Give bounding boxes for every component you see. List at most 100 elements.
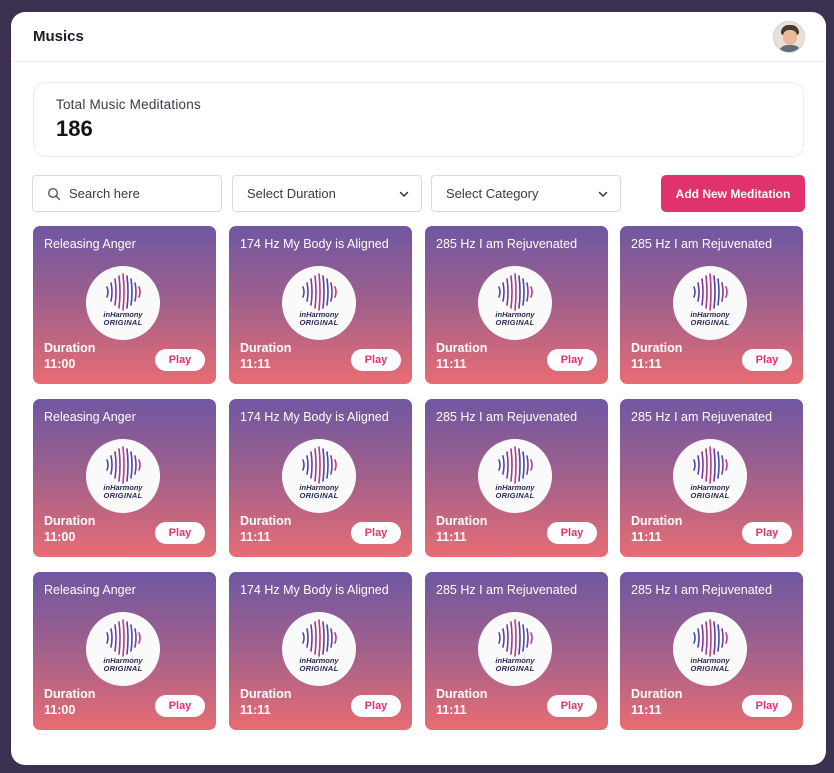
wave-stroke	[118, 448, 121, 482]
sound-wave-icon	[302, 619, 337, 657]
wave-stroke	[709, 446, 712, 484]
wave-stroke	[118, 275, 121, 309]
wave-stroke	[138, 459, 141, 471]
play-button[interactable]: Play	[351, 695, 401, 717]
duration-value: 11:11	[436, 357, 467, 371]
wave-stroke	[721, 282, 724, 302]
duration-value: 11:11	[436, 703, 467, 717]
top-bar: Musics	[11, 12, 826, 62]
logo-brand-line2: ORIGINAL	[299, 664, 339, 673]
duration-label: Duration	[631, 514, 683, 528]
logo-brand-text: inHarmony ORIGINAL	[86, 484, 160, 500]
wave-stroke	[326, 451, 329, 479]
wave-stroke	[134, 282, 137, 302]
play-button[interactable]: Play	[547, 522, 597, 544]
wave-stroke	[709, 273, 712, 311]
wave-stroke	[518, 448, 521, 482]
wave-stroke	[114, 451, 117, 479]
wave-stroke	[721, 628, 724, 648]
wave-stroke	[510, 275, 513, 309]
meditation-card[interactable]: 285 Hz I am Rejuvenated inHarmony ORIGINAL…	[620, 399, 803, 557]
wave-stroke	[518, 621, 521, 655]
meditation-card[interactable]: Releasing Anger inHarmony ORIGINAL Duration…	[33, 226, 216, 384]
duration-select[interactable]: Select Duration	[232, 175, 422, 212]
duration-value: 11:11	[240, 703, 271, 717]
logo-brand-text: inHarmony ORIGINAL	[673, 484, 747, 500]
sound-wave-icon	[302, 446, 337, 484]
wave-stroke	[306, 628, 309, 648]
meditation-card[interactable]: 174 Hz My Body is Aligned inHarmony ORIGIN…	[229, 572, 412, 730]
wave-stroke	[522, 278, 525, 306]
play-button[interactable]: Play	[351, 522, 401, 544]
search-input[interactable]: Search here	[32, 175, 222, 212]
wave-stroke	[522, 451, 525, 479]
wave-stroke	[106, 286, 109, 298]
meditation-card[interactable]: Releasing Anger inHarmony ORIGINAL Duration…	[33, 572, 216, 730]
card-title: Releasing Anger	[44, 237, 136, 251]
wave-stroke	[310, 624, 313, 652]
duration-value: 11:11	[631, 357, 662, 371]
logo-brand-line2: ORIGINAL	[690, 664, 730, 673]
play-button[interactable]: Play	[742, 522, 792, 544]
wave-stroke	[717, 278, 720, 306]
wave-stroke	[314, 448, 317, 482]
wave-stroke	[330, 455, 333, 475]
wave-stroke	[310, 451, 313, 479]
meditation-card[interactable]: Releasing Anger inHarmony ORIGINAL Duration…	[33, 399, 216, 557]
wave-stroke	[122, 619, 125, 657]
wave-stroke	[326, 624, 329, 652]
sound-wave-icon	[693, 273, 728, 311]
wave-stroke	[122, 273, 125, 311]
play-button[interactable]: Play	[155, 522, 205, 544]
wave-stroke	[713, 448, 716, 482]
play-button[interactable]: Play	[742, 349, 792, 371]
wave-stroke	[705, 448, 708, 482]
wave-stroke	[322, 621, 325, 655]
play-button[interactable]: Play	[155, 695, 205, 717]
category-select[interactable]: Select Category	[431, 175, 621, 212]
wave-stroke	[713, 275, 716, 309]
duration-value: 11:11	[436, 530, 467, 544]
wave-stroke	[530, 632, 533, 644]
search-placeholder: Search here	[69, 186, 140, 201]
meditation-card[interactable]: 285 Hz I am Rejuvenated inHarmony ORIGINAL…	[620, 572, 803, 730]
logo-brand-text: inHarmony ORIGINAL	[86, 657, 160, 673]
logo-brand-text: inHarmony ORIGINAL	[282, 311, 356, 327]
duration-label: Duration	[44, 341, 96, 355]
add-new-meditation-button[interactable]: Add New Meditation	[661, 175, 805, 212]
play-button[interactable]: Play	[547, 349, 597, 371]
wave-stroke	[306, 455, 309, 475]
meditation-card[interactable]: 174 Hz My Body is Aligned inHarmony ORIGIN…	[229, 399, 412, 557]
sound-wave-icon	[693, 619, 728, 657]
wave-stroke	[138, 632, 141, 644]
meditation-card[interactable]: 285 Hz I am Rejuvenated inHarmony ORIGINAL…	[620, 226, 803, 384]
wave-stroke	[114, 278, 117, 306]
inharmony-logo-icon: inHarmony ORIGINAL	[282, 266, 356, 340]
wave-stroke	[693, 459, 696, 471]
meditation-card[interactable]: 285 Hz I am Rejuvenated inHarmony ORIGINAL…	[425, 226, 608, 384]
meditation-card[interactable]: 285 Hz I am Rejuvenated inHarmony ORIGINAL…	[425, 399, 608, 557]
meditation-card[interactable]: 285 Hz I am Rejuvenated inHarmony ORIGINAL…	[425, 572, 608, 730]
duration-select-label: Select Duration	[247, 186, 336, 201]
play-button[interactable]: Play	[742, 695, 792, 717]
play-button[interactable]: Play	[351, 349, 401, 371]
wave-stroke	[506, 278, 509, 306]
wave-stroke	[498, 632, 501, 644]
duration-label: Duration	[240, 341, 292, 355]
wave-stroke	[725, 632, 728, 644]
wave-stroke	[693, 632, 696, 644]
play-button[interactable]: Play	[547, 695, 597, 717]
wave-stroke	[514, 619, 517, 657]
sound-wave-icon	[693, 446, 728, 484]
duration-label: Duration	[631, 687, 683, 701]
wave-stroke	[322, 448, 325, 482]
wave-stroke	[697, 628, 700, 648]
avatar-shirt	[778, 44, 802, 52]
avatar-face	[783, 29, 797, 45]
play-button[interactable]: Play	[155, 349, 205, 371]
wave-stroke	[130, 624, 133, 652]
meditation-card[interactable]: 174 Hz My Body is Aligned inHarmony ORIGIN…	[229, 226, 412, 384]
user-avatar[interactable]	[773, 20, 805, 53]
inharmony-logo-icon: inHarmony ORIGINAL	[86, 266, 160, 340]
logo-brand-line2: ORIGINAL	[103, 491, 143, 500]
